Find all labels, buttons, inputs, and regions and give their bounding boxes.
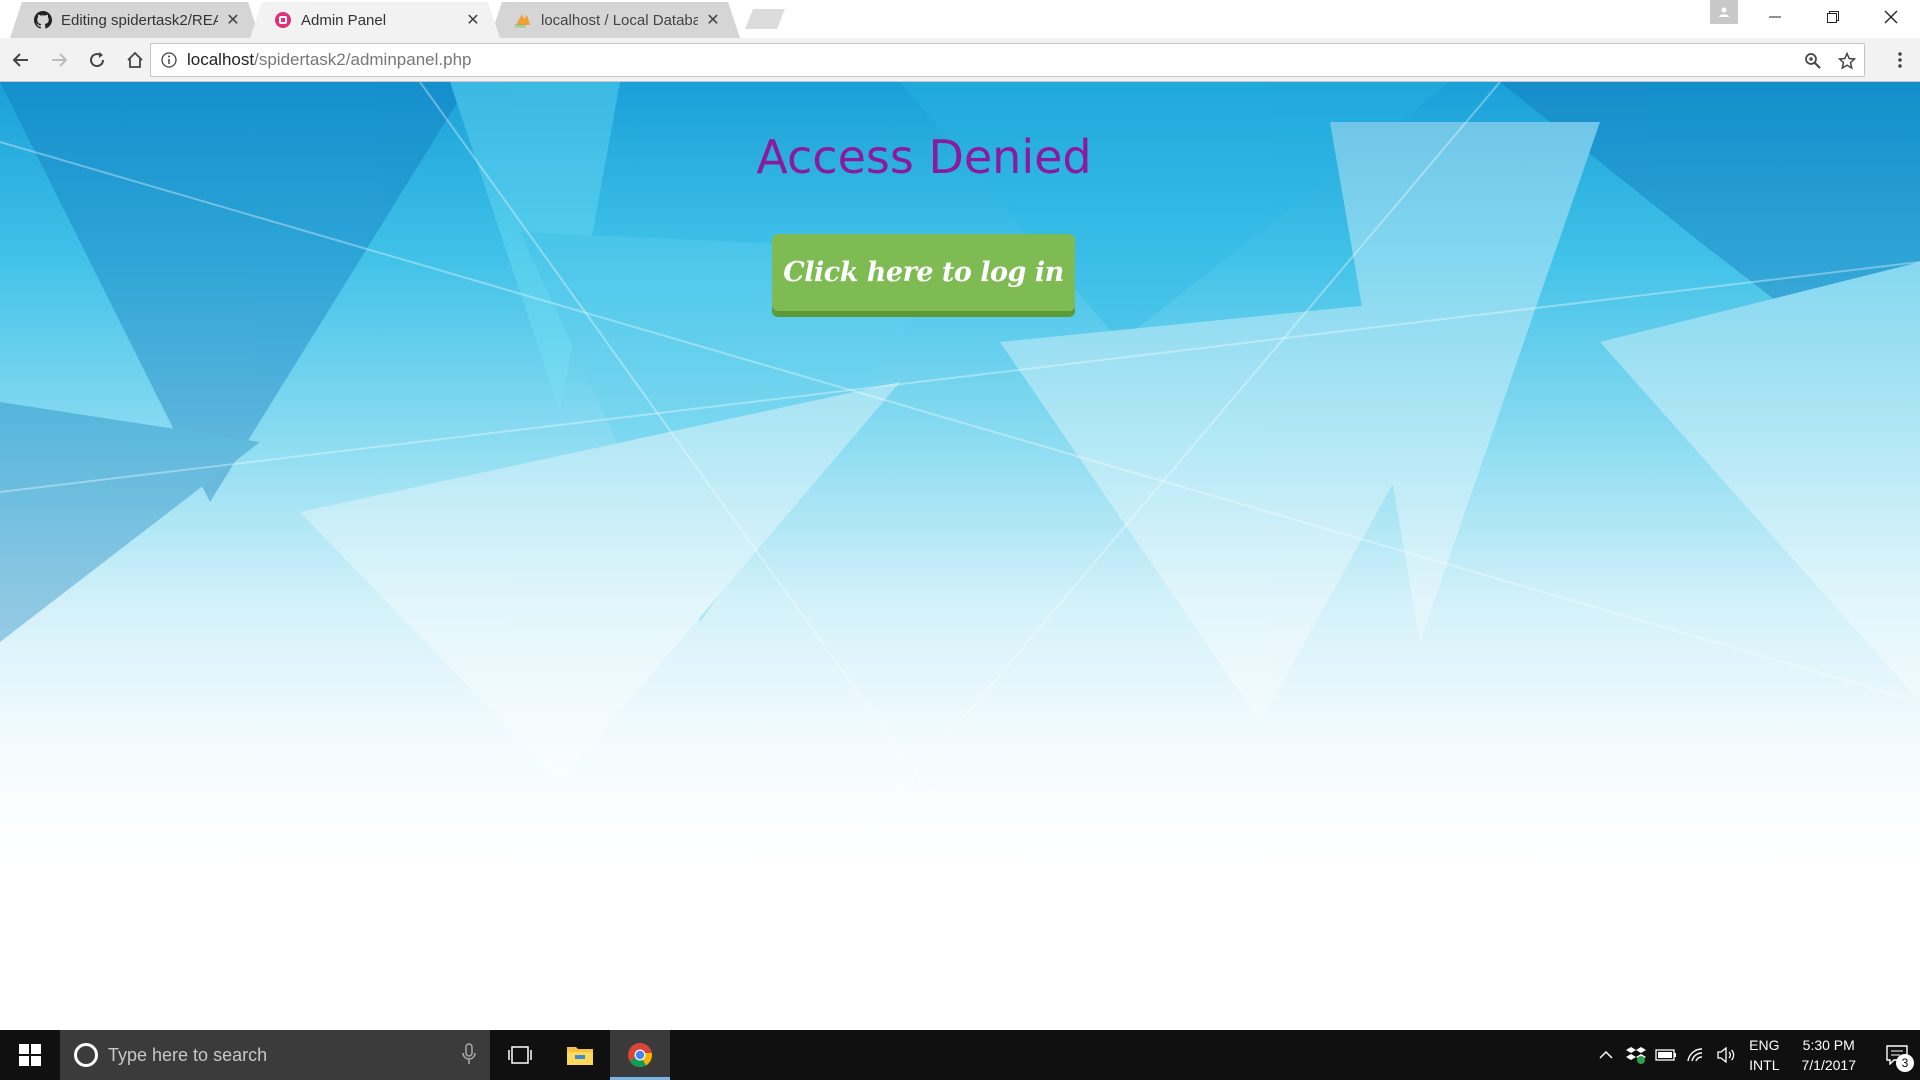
tab-title: Admin Panel	[301, 11, 387, 29]
admin-panel-favicon	[274, 11, 292, 29]
dropbox-icon[interactable]	[1621, 1030, 1651, 1080]
new-tab-button[interactable]	[745, 9, 785, 29]
chevron-up-icon[interactable]	[1591, 1030, 1621, 1080]
background-pattern	[0, 82, 1920, 1030]
task-view-icon[interactable]	[490, 1030, 550, 1080]
tab-phpmyadmin[interactable]: PMA localhost / Local Databas ✕	[490, 2, 740, 38]
volume-icon[interactable]	[1711, 1030, 1741, 1080]
url-path: /spidertask2/adminpanel.php	[254, 50, 472, 69]
bookmark-star-icon[interactable]	[1836, 50, 1858, 72]
page-content: Access Denied Click here to log in	[0, 82, 1920, 1030]
kebab-menu-icon[interactable]	[1890, 48, 1910, 72]
page-title: Access Denied	[756, 130, 1092, 184]
action-center-icon[interactable]: 3	[1874, 1030, 1920, 1080]
language-code: ENG	[1749, 1037, 1780, 1053]
profile-button[interactable]	[1710, 0, 1738, 24]
github-icon	[34, 11, 52, 29]
tab-title: localhost / Local Databas	[541, 11, 698, 29]
minimize-icon[interactable]	[1746, 0, 1804, 34]
windows-taskbar: Type here to search ENG INTL 5:30 PM 7/1…	[0, 1030, 1920, 1080]
clock-time: 5:30 PM	[1802, 1037, 1855, 1053]
info-icon[interactable]	[159, 50, 179, 70]
browser-toolbar: localhost/spidertask2/adminpanel.php	[0, 38, 1920, 82]
restore-icon[interactable]	[1804, 0, 1862, 34]
back-arrow-icon[interactable]	[4, 43, 38, 77]
system-tray: ENG INTL 5:30 PM 7/1/2017 3	[1591, 1030, 1920, 1080]
battery-icon[interactable]	[1651, 1030, 1681, 1080]
windows-start-icon[interactable]	[0, 1030, 60, 1080]
tab-admin-panel[interactable]: Admin Panel ✕	[250, 2, 500, 38]
system-clock[interactable]: 5:30 PM 7/1/2017	[1802, 1035, 1857, 1075]
notification-badge: 3	[1896, 1054, 1914, 1072]
file-explorer-icon[interactable]	[550, 1030, 610, 1080]
zoom-icon[interactable]	[1802, 50, 1824, 72]
taskbar-search-input[interactable]: Type here to search	[60, 1030, 490, 1080]
address-bar[interactable]: localhost/spidertask2/adminpanel.php	[150, 43, 1865, 77]
keyboard-layout: INTL	[1749, 1057, 1780, 1073]
forward-arrow-icon[interactable]	[42, 43, 76, 77]
input-language[interactable]: ENG INTL	[1749, 1035, 1779, 1075]
chrome-icon[interactable]	[610, 1030, 670, 1080]
wifi-icon[interactable]	[1681, 1030, 1711, 1080]
clock-date: 7/1/2017	[1801, 1057, 1857, 1073]
url-host: localhost	[187, 50, 255, 69]
phpmyadmin-icon: PMA	[514, 11, 532, 29]
close-icon[interactable]: ✕	[704, 11, 722, 29]
search-placeholder: Type here to search	[108, 1044, 268, 1065]
svg-text:PMA: PMA	[515, 24, 526, 29]
tab-strip: Editing spidertask2/READ ✕ Admin Panel ✕…	[0, 0, 1920, 38]
cortana-icon	[74, 1043, 98, 1067]
close-icon[interactable]: ✕	[224, 11, 242, 29]
home-icon[interactable]	[118, 43, 152, 77]
reload-icon[interactable]	[80, 43, 114, 77]
microphone-icon[interactable]	[462, 1043, 476, 1070]
window-controls	[1746, 0, 1920, 34]
tab-github-editing[interactable]: Editing spidertask2/READ ✕	[10, 2, 260, 38]
tab-title: Editing spidertask2/READ	[61, 11, 218, 29]
close-window-icon[interactable]	[1862, 0, 1920, 34]
close-icon[interactable]: ✕	[464, 11, 482, 29]
login-button[interactable]: Click here to log in	[772, 234, 1075, 311]
